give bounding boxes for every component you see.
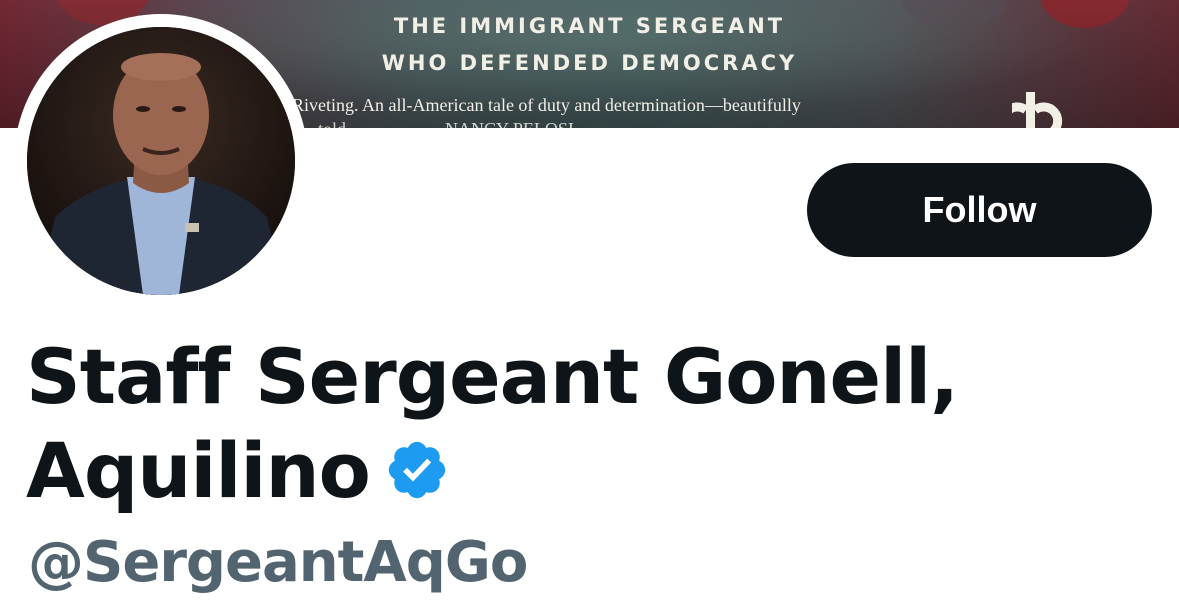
avatar[interactable]: [27, 27, 295, 295]
user-handle: @SergeantAqGo: [28, 530, 528, 595]
publisher-logo-icon: [1012, 92, 1063, 128]
display-name-line1: Staff Sergeant Gonell,: [26, 332, 959, 421]
banner-blurb: Riveting. An all-American tale of duty a…: [292, 95, 801, 115]
display-name: Staff Sergeant Gonell, Aquilino: [26, 330, 1026, 518]
banner-blurb-cutoff: …told …………… NANCY PELOSI: [300, 119, 574, 128]
display-name-line2: Aquilino: [26, 424, 1026, 518]
verified-badge-icon[interactable]: [384, 437, 450, 503]
profile-photo: [27, 27, 295, 295]
follow-button[interactable]: Follow: [807, 163, 1152, 257]
display-name-text: Aquilino: [26, 426, 371, 515]
